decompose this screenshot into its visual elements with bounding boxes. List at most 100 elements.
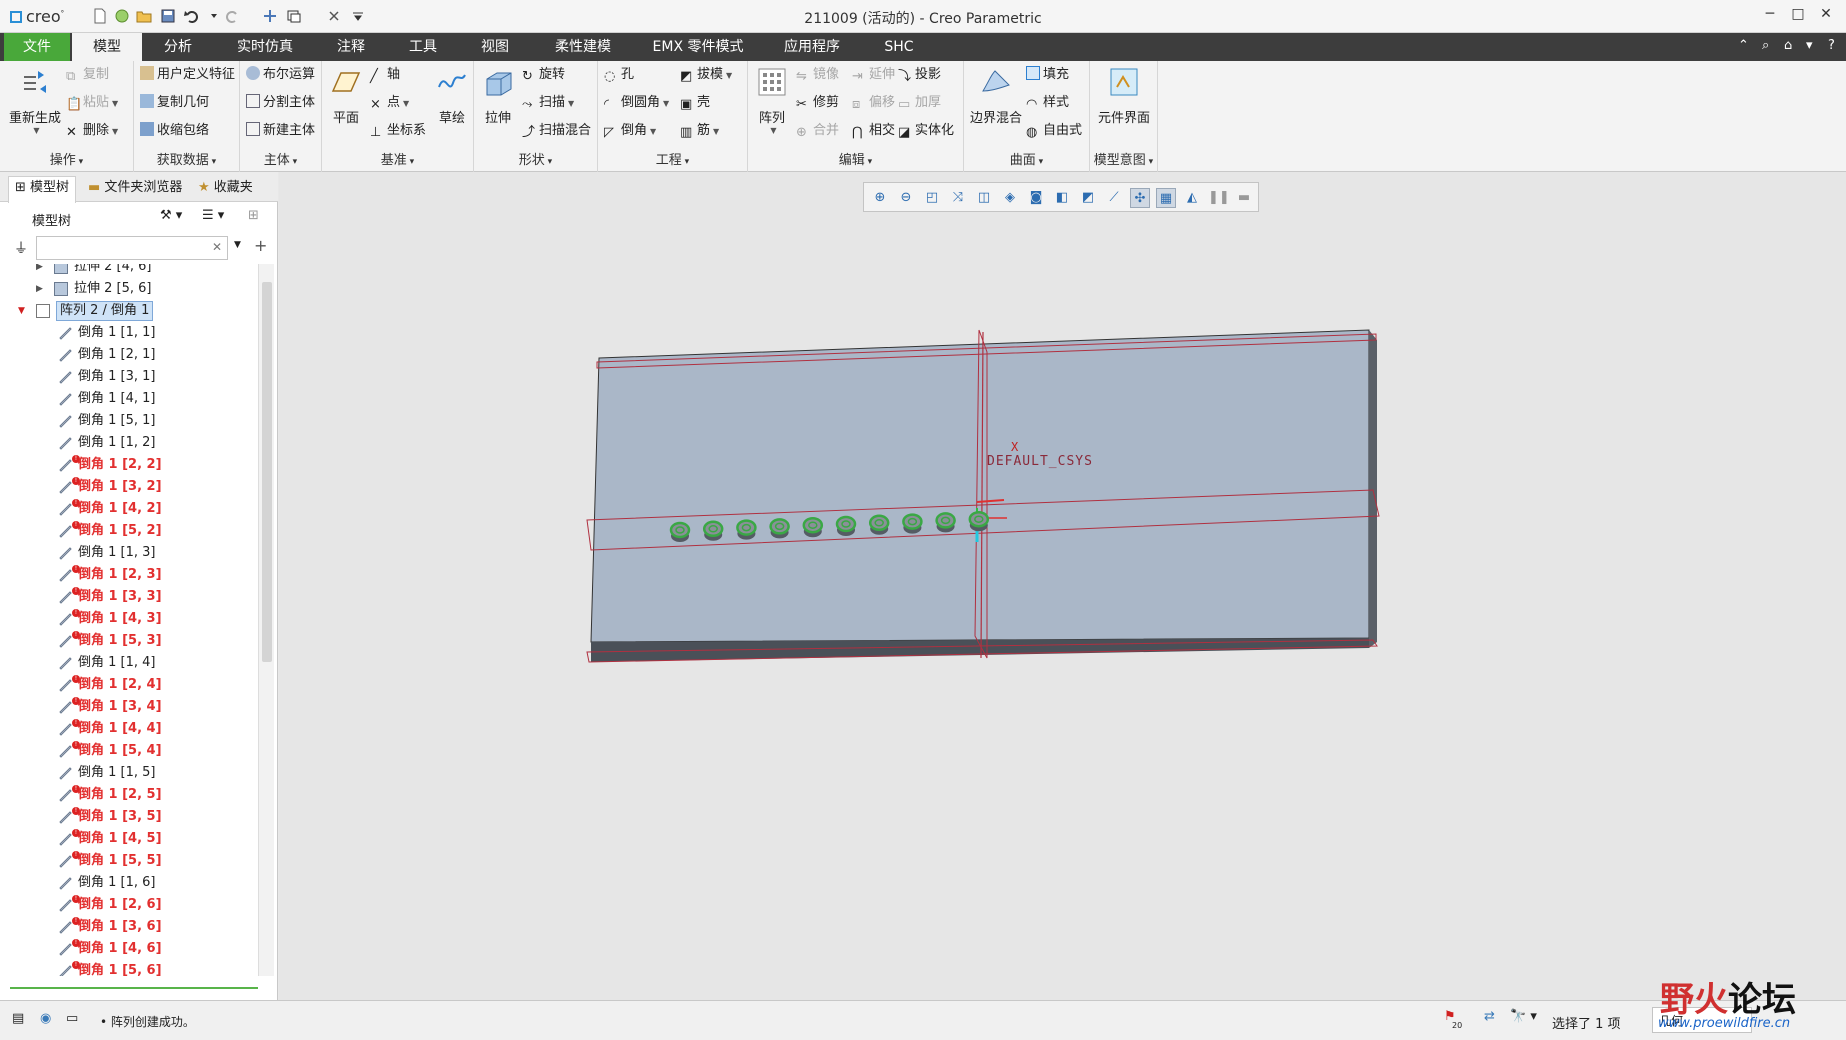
tab-analysis[interactable]: 分析 (150, 33, 206, 61)
csys-button[interactable]: ⊥ 坐标系 (370, 121, 426, 141)
tree-filter-icon[interactable]: ⊞ (248, 208, 259, 223)
minimize-button[interactable]: ─ (1760, 6, 1780, 26)
undo-dropdown-icon[interactable] (206, 8, 222, 24)
filter-icon[interactable]: ⏚ (14, 238, 28, 258)
shell-button[interactable]: ▣ 壳 (680, 93, 710, 113)
collapse-arrow-icon[interactable]: ▼ (18, 300, 25, 322)
group-label-operations[interactable]: 操作 (0, 149, 133, 168)
merge-button[interactable]: ⊕ 合并 (796, 121, 839, 141)
regenerate-button[interactable]: 重新生成 ▼ (8, 65, 62, 135)
new-file-icon[interactable] (92, 8, 108, 24)
search-icon[interactable]: ⌕ (1762, 38, 1769, 53)
freestyle-button[interactable]: ◍ 自由式 (1026, 121, 1082, 141)
tree-settings-icon[interactable]: ⚒ ▾ (160, 208, 182, 223)
boundary-blend-button[interactable]: 边界混合 (968, 65, 1024, 126)
chamfer-instance[interactable] (868, 514, 890, 535)
split-body-button[interactable]: 分割主体 (246, 93, 315, 113)
group-label-surfaces[interactable]: 曲面 (964, 149, 1089, 168)
chamfer-instance[interactable] (802, 516, 824, 538)
close-window-icon[interactable] (326, 8, 342, 24)
redo-icon[interactable] (224, 8, 240, 24)
show-browser-icon[interactable]: ◉ (40, 1011, 51, 1026)
axis-button[interactable]: ╱ 轴 (370, 65, 400, 85)
point-button[interactable]: × 点 ▼ (370, 93, 409, 113)
sketch-button[interactable]: 草绘 (432, 65, 472, 126)
tab-favorites[interactable]: ★ 收藏夹 (198, 177, 253, 199)
fill-button[interactable]: 填充 (1026, 65, 1069, 85)
chamfer-instance[interactable] (736, 519, 757, 540)
search-dropdown-icon[interactable]: ▼ (234, 240, 241, 250)
tab-model-tree[interactable]: ⊞ 模型树 (8, 176, 77, 203)
copy-button[interactable]: ⧉ 复制 (66, 65, 109, 85)
copy-geometry-button[interactable]: 复制几何 (140, 93, 209, 113)
tree-columns-icon[interactable]: ☰ ▾ (202, 208, 224, 223)
tree-scroll-thumb[interactable] (262, 282, 272, 662)
tab-tools[interactable]: 工具 (398, 33, 448, 61)
graphics-window[interactable]: ⊕ ⊖ ◰ ⤨ ◫ ◈ ◙ ◧ ◩ ⟋ ✣ ▦ ◭ ❚❚ ▬ DEFAULT_CSYS X (279, 172, 1846, 1000)
tab-annotate[interactable]: 注释 (326, 33, 376, 61)
new-body-button[interactable]: 新建主体 (246, 121, 315, 141)
hole-button[interactable]: ◌ 孔 (604, 65, 634, 85)
maximize-button[interactable]: □ (1788, 6, 1808, 26)
csys-label[interactable]: DEFAULT_CSYS (987, 454, 1093, 469)
boolean-button[interactable]: 布尔运算 (246, 65, 315, 85)
save-icon[interactable] (160, 8, 176, 24)
chamfer-instance[interactable] (702, 520, 724, 541)
chamfer-instance[interactable] (902, 513, 923, 534)
revolve-button[interactable]: ↻ 旋转 (522, 65, 565, 85)
tree-search-input[interactable] (36, 236, 228, 260)
help-icon[interactable]: ? (1828, 38, 1835, 53)
ribbon-options-icon[interactable]: ▾ (1806, 38, 1813, 53)
find-icon[interactable]: 🔭 ▾ (1510, 1009, 1537, 1024)
extend-button[interactable]: ⇥ 延伸 (852, 65, 895, 85)
part-model[interactable] (279, 172, 1846, 1000)
regen-status-icon[interactable]: ⇄ (1484, 1009, 1495, 1024)
add-filter-icon[interactable]: + (254, 236, 267, 255)
chamfer-instance[interactable] (835, 515, 857, 536)
tab-view[interactable]: 视图 (470, 33, 520, 61)
thicken-button[interactable]: ▭ 加厚 (898, 93, 941, 113)
chamfer-instance[interactable] (968, 510, 990, 532)
group-label-editing[interactable]: 编辑 (748, 149, 963, 168)
shrinkwrap-button[interactable]: 收缩包络 (140, 121, 209, 141)
trim-button[interactable]: ✂ 修剪 (796, 93, 839, 113)
group-label-datum[interactable]: 基准 (322, 149, 473, 168)
sweep-button[interactable]: ⤳ 扫描 ▼ (522, 93, 574, 113)
group-label-model-intent[interactable]: 模型意图 (1090, 149, 1157, 168)
mirror-button[interactable]: ⇋ 镜像 (796, 65, 839, 85)
tab-live-simulation[interactable]: 实时仿真 (222, 33, 308, 61)
tree-scrollbar[interactable] (258, 264, 274, 976)
rib-button[interactable]: ▥ 筋 ▼ (680, 121, 719, 141)
udf-button[interactable]: 用户定义特征 (140, 65, 235, 85)
regenerate-icon[interactable] (262, 8, 278, 24)
group-label-shapes[interactable]: 形状 (474, 149, 597, 168)
round-button[interactable]: ◜ 倒圆角 ▼ (604, 93, 669, 113)
group-label-body[interactable]: 主体 (240, 149, 321, 168)
chamfer-button[interactable]: ◸ 倒角 ▼ (604, 121, 656, 141)
chamfer-instance[interactable] (669, 521, 691, 542)
undo-icon[interactable] (184, 8, 200, 24)
learning-icon[interactable]: ⌂ (1784, 38, 1792, 53)
tab-emx-part-mode[interactable]: EMX 零件模式 (648, 33, 748, 61)
intersect-button[interactable]: ⋂ 相交 (852, 121, 895, 141)
tab-file[interactable]: 文件 (4, 33, 70, 61)
expand-arrow-icon[interactable]: ▶ (36, 278, 43, 300)
part-top-face[interactable] (590, 329, 1370, 643)
tree-insert-indicator[interactable] (10, 987, 258, 989)
windows-icon[interactable] (286, 8, 302, 24)
open-folder-icon[interactable] (136, 8, 152, 24)
delete-button[interactable]: ✕ 删除 ▼ (66, 121, 118, 141)
solidify-button[interactable]: ◪ 实体化 (898, 121, 954, 141)
paste-button[interactable]: 📋粘贴 ▼ (66, 93, 118, 113)
extrude-button[interactable]: 拉伸 (478, 65, 518, 126)
pattern-button[interactable]: 阵列 ▼ (752, 65, 792, 135)
show-navigator-icon[interactable]: ▤ (12, 1011, 24, 1026)
full-screen-icon[interactable]: ▭ (66, 1011, 78, 1026)
expand-arrow-icon[interactable]: ▶ (36, 264, 43, 278)
chamfer-instance[interactable] (935, 512, 956, 533)
clear-search-icon[interactable]: ✕ (212, 240, 222, 254)
chamfer-instance[interactable] (769, 518, 790, 539)
tab-folder-browser[interactable]: ▬ 文件夹浏览器 (88, 177, 182, 199)
collapse-ribbon-icon[interactable]: ⌃ (1738, 38, 1749, 53)
plane-button[interactable]: 平面 (326, 65, 366, 126)
